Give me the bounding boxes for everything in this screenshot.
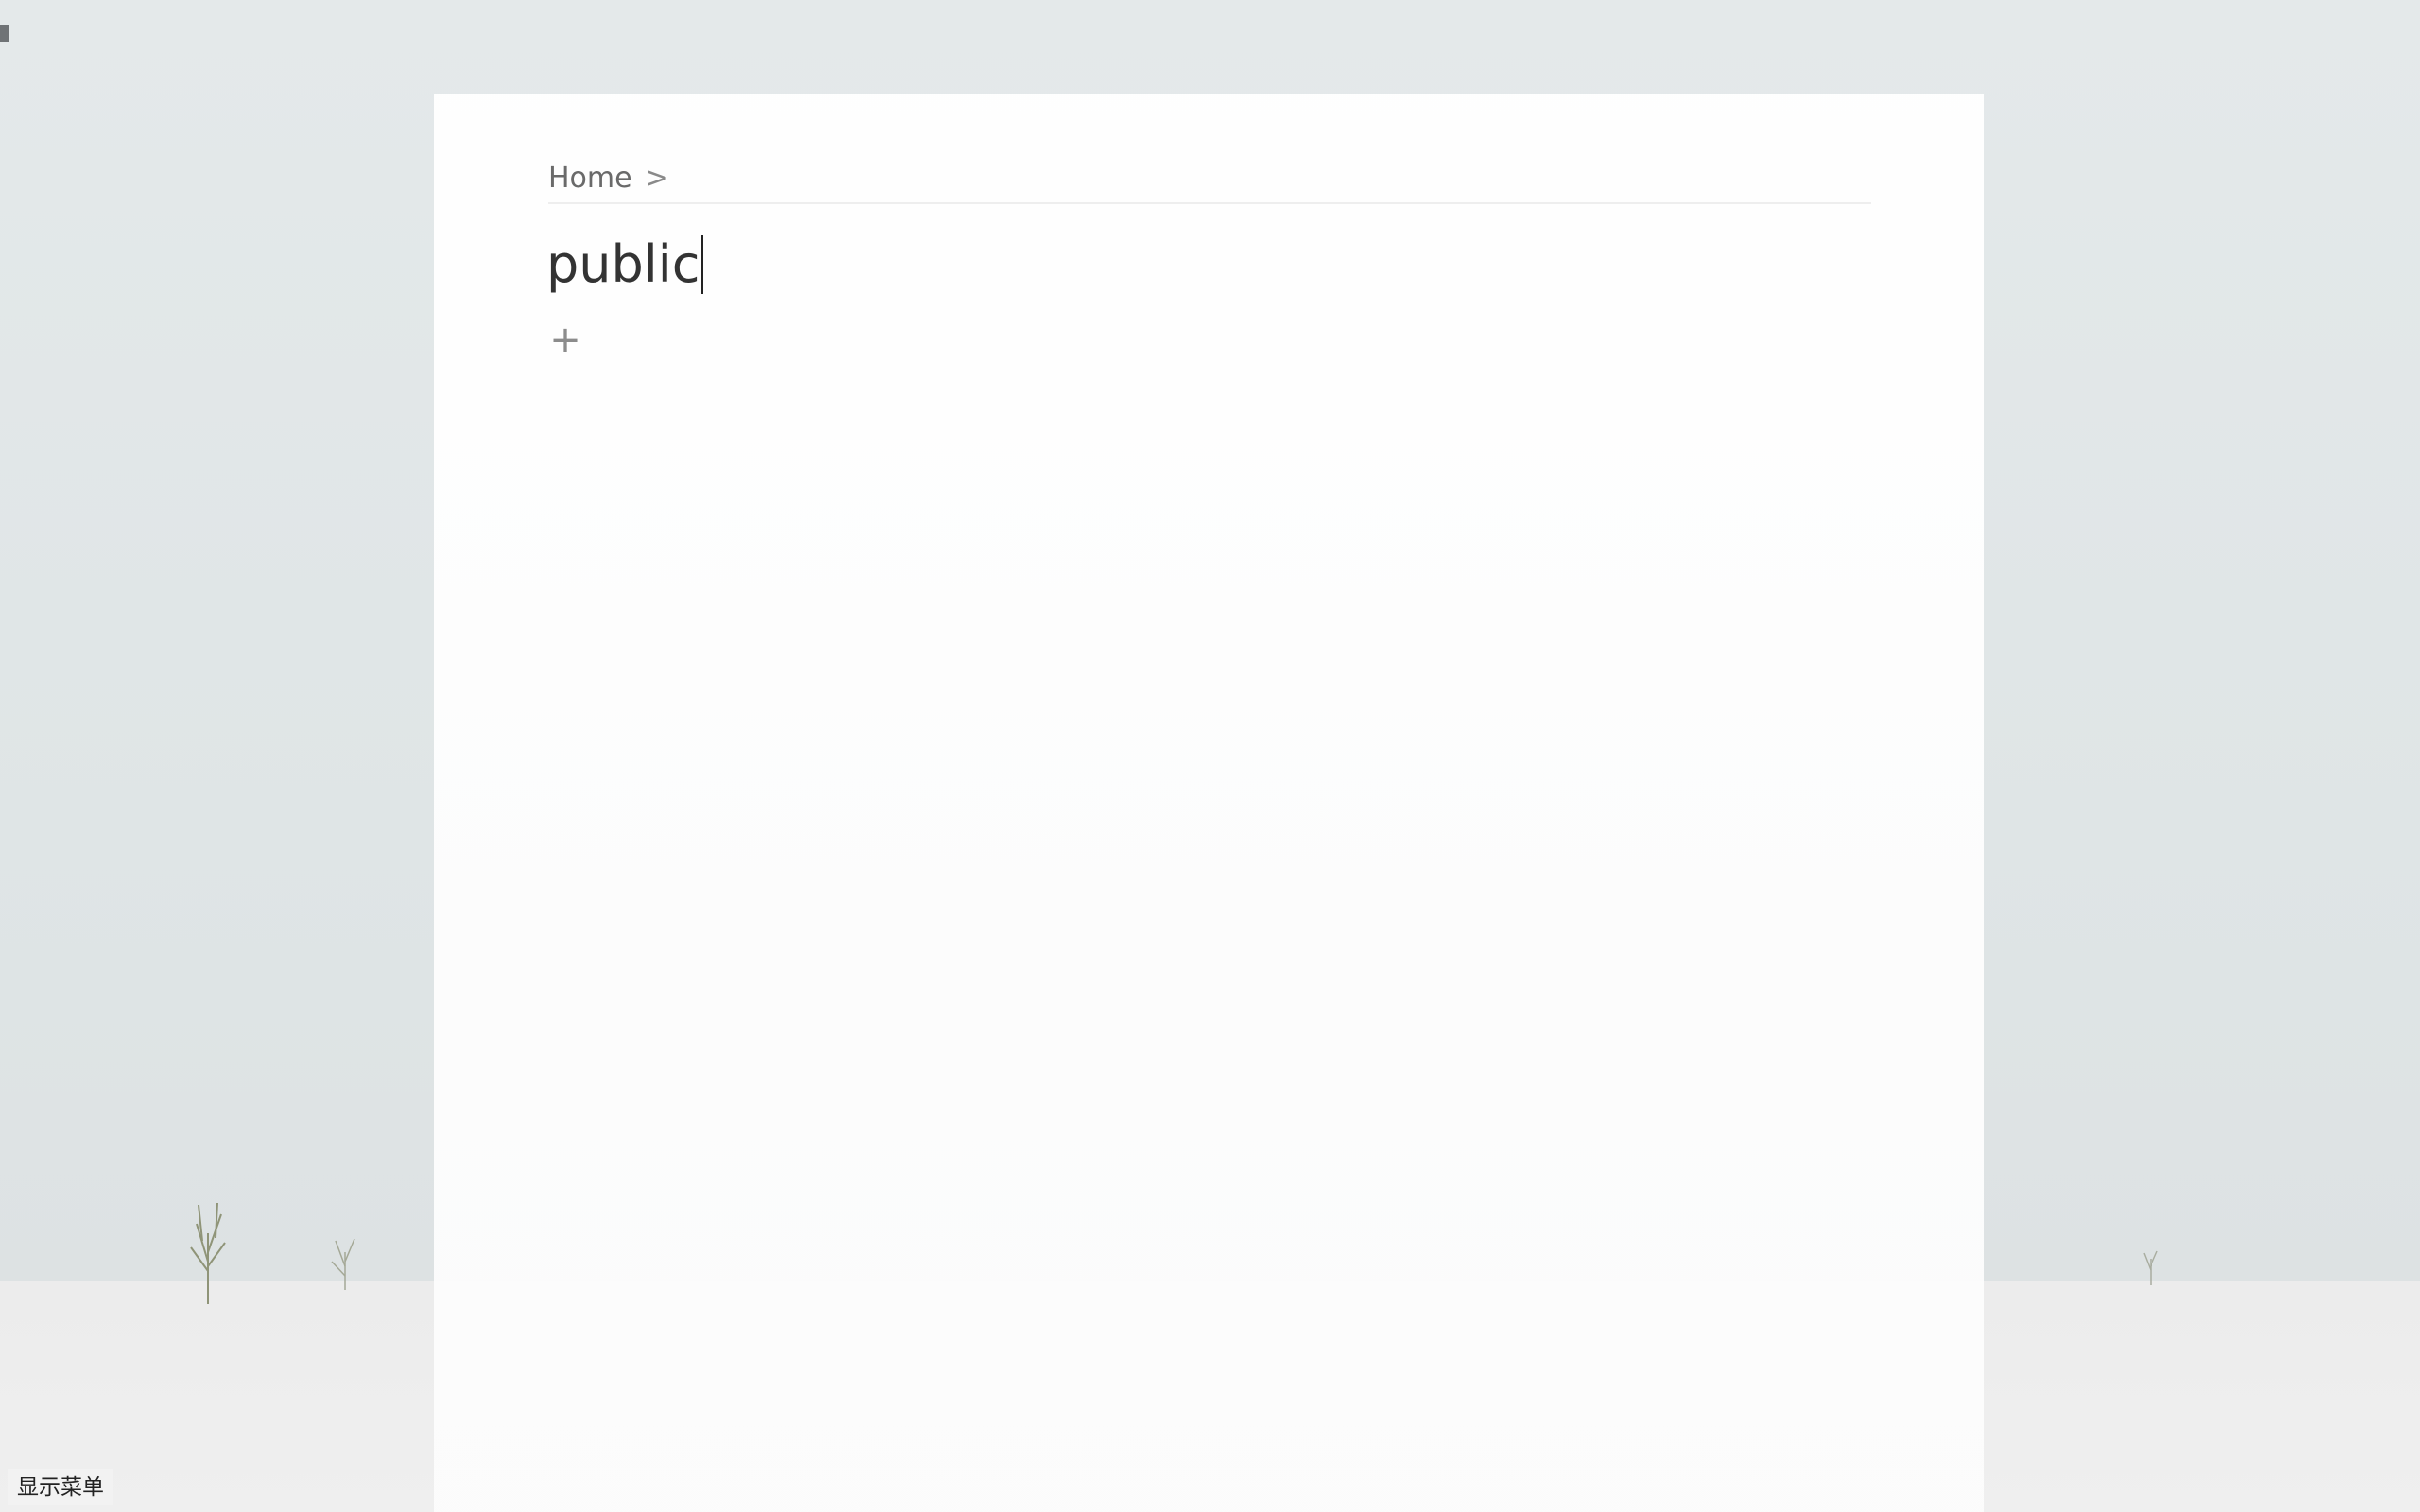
corner-app-icon[interactable] [0,25,9,42]
background-tree [331,1238,355,1290]
background-tree [2143,1250,2158,1285]
breadcrumb-home-link[interactable]: Home [548,162,632,195]
page-title-text[interactable]: public [546,234,700,294]
show-menu-button[interactable]: 显示菜单 [8,1469,113,1505]
breadcrumb-separator: > [645,162,669,195]
breadcrumb: Home > [548,157,1871,204]
background-tree [190,1202,226,1304]
add-block-button[interactable]: + [548,319,582,361]
text-cursor [701,235,704,295]
document-page: Home > public + [434,94,1984,1512]
page-title-input[interactable]: public [546,227,704,302]
